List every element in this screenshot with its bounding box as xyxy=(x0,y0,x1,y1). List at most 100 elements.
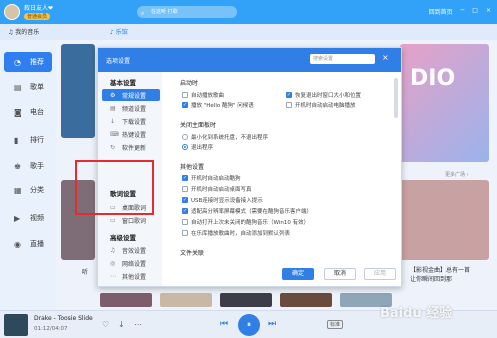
keyboard-icon: ⌨ xyxy=(110,130,119,138)
radio-button-selected xyxy=(182,144,188,150)
dialog-title: 选项设置 xyxy=(106,58,131,65)
tab-my-music-label: 我的音乐 xyxy=(15,29,40,36)
sidebar-item-label: 电台 xyxy=(30,108,44,116)
nav-item-other[interactable]: ⋯ 其他设置 xyxy=(102,270,160,282)
update-icon: ↻ xyxy=(110,143,116,151)
checkbox-add-default-list[interactable]: 在乐库播放歌曲时，自动添加到默认列表 xyxy=(182,229,290,237)
radio-exit-program[interactable]: 退出程序 xyxy=(182,143,213,151)
option-label: 自动打开上次未关闭的酷狗音乐（Win10 有效） xyxy=(191,220,310,226)
gear-icon: ⚙ xyxy=(110,91,116,99)
tab-my-music[interactable]: ♫ 我的音乐 xyxy=(8,27,39,36)
song-title[interactable]: Drake - Toosie Slide xyxy=(34,315,93,322)
nav-item-network[interactable]: ◎ 网络设置 xyxy=(102,257,160,269)
thumbnail[interactable] xyxy=(220,293,272,307)
tab-music-hall[interactable]: ♪ 乐馆 xyxy=(110,27,128,36)
nav-item-label: 软件更新 xyxy=(122,144,147,152)
home-link[interactable]: 回到首页 xyxy=(429,7,453,16)
avatar[interactable] xyxy=(4,4,20,20)
close-icon[interactable]: × xyxy=(486,7,491,16)
sidebar-item-label: 直播 xyxy=(30,240,44,248)
checkbox-hello-greeting[interactable]: ✓ 播放 "Hello 酷狗" 问候语 xyxy=(182,101,254,109)
checkbox-desktop-photo[interactable]: 开机时自动启动桌面写真 xyxy=(182,185,252,193)
username[interactable]: 叙日友人❤ xyxy=(24,3,53,12)
cancel-button[interactable]: 取消 xyxy=(324,268,356,280)
window-controls: 回到首页 ─ □ × xyxy=(429,7,491,16)
ok-button[interactable]: 确定 xyxy=(282,268,314,280)
option-label: 在乐库播放歌曲时，自动添加到默认列表 xyxy=(191,231,291,237)
option-label: 开机时自动启动电脑播放 xyxy=(295,103,356,109)
banner-right[interactable]: DIO xyxy=(400,44,489,162)
playlist-icon: ▤ xyxy=(14,82,22,92)
option-label: USB连接时显示设备接入提示 xyxy=(191,198,263,204)
sidebar-item-radio[interactable]: ◙ 电台 xyxy=(0,102,56,122)
sidebar-item-recommend[interactable]: ◔ 推荐 xyxy=(4,52,52,72)
sound-icon: ♫ xyxy=(110,246,116,254)
search-input[interactable]: ⌕ 在这听 打歌 xyxy=(137,6,237,18)
next-icon[interactable]: ⏭ xyxy=(268,319,276,329)
heart-icon[interactable]: ♡ xyxy=(102,320,109,329)
radio-minimize-tray[interactable]: 最小化到系统托盘，不退出程序 xyxy=(182,133,268,141)
pause-button[interactable]: ⏸ xyxy=(238,314,260,336)
banner-text: DIO xyxy=(410,66,456,91)
section-title-file: 文件关联 xyxy=(180,250,205,257)
window-lyrics-icon: ▭ xyxy=(110,216,116,224)
more-link[interactable]: 更多广场 › xyxy=(445,171,469,178)
checkbox-checked: ✓ xyxy=(182,175,188,181)
nav-item-channel[interactable]: ▤ 频道设置 xyxy=(102,102,160,114)
singer-icon: ♚ xyxy=(14,161,22,171)
close-icon[interactable]: × xyxy=(382,53,389,62)
album-cover[interactable] xyxy=(4,314,28,336)
thumbnail[interactable] xyxy=(160,293,212,307)
minimize-icon[interactable]: ─ xyxy=(461,7,465,16)
settings-content: 启动时 自动播放歌曲 ✓ 恢复退出时窗口大小和位置 ✓ 播放 "Hello 酷狗" … xyxy=(172,72,397,257)
checkbox-boot-play[interactable]: 开机时自动启动电脑播放 xyxy=(286,101,356,109)
nav-item-download[interactable]: ↓ 下载设置 xyxy=(102,115,160,127)
sidebar-item-live[interactable]: ◉ 直播 xyxy=(0,234,56,254)
playlist-caption-left[interactable]: 听 xyxy=(82,267,88,276)
charts-icon: ▮ xyxy=(14,135,19,145)
option-label: 播放 "Hello 酷狗" 问候语 xyxy=(191,103,254,109)
nav-item-window-lyrics[interactable]: ▭ 窗口歌词 xyxy=(102,214,160,226)
option-label: 最小化到系统托盘，不退出程序 xyxy=(191,135,269,141)
checkbox-usb-prompt[interactable]: ✓ USB连接时显示设备接入提示 xyxy=(182,196,263,204)
checkbox-auto-start[interactable]: ✓ 开机时自动启动酷狗 xyxy=(182,174,241,182)
apply-button[interactable]: 应用 xyxy=(364,268,396,280)
section-title-other: 其他设置 xyxy=(180,164,205,171)
scrollbar[interactable] xyxy=(394,78,398,118)
sidebar-item-label: 分类 xyxy=(30,186,44,194)
banner-left[interactable] xyxy=(61,44,95,138)
more-icon[interactable]: ⋯ xyxy=(134,320,142,329)
sidebar-item-label: 推荐 xyxy=(30,58,44,66)
playlist-caption-right-2[interactable]: 让你瞬间回到那 xyxy=(410,274,452,283)
sidebar-item-video[interactable]: ▶ 视频 xyxy=(0,208,56,228)
vip-badge[interactable]: 普通会员 xyxy=(24,13,51,20)
maximize-icon[interactable]: □ xyxy=(472,7,478,16)
nav-item-label: 下载设置 xyxy=(122,118,147,126)
download-icon[interactable]: ↓ xyxy=(118,320,125,329)
quality-badge[interactable]: 标准 xyxy=(327,320,344,329)
checkbox xyxy=(182,186,188,192)
settings-search-input[interactable]: 搜索设置 xyxy=(310,54,375,64)
nav-item-label: 热键设置 xyxy=(122,131,147,139)
sidebar-item-singers[interactable]: ♚ 歌手 xyxy=(0,156,56,176)
nav-item-general[interactable]: ⚙ 常规设置 xyxy=(102,89,160,101)
checkbox-high-dpi[interactable]: ✓ 适配高分辨率屏幕模式（需要在酷狗音乐客户端） xyxy=(182,207,312,215)
nav-item-update[interactable]: ↻ 软件更新 xyxy=(102,141,160,153)
sidebar-item-playlist[interactable]: ▤ 歌单 xyxy=(0,77,56,97)
nav-item-sound[interactable]: ♫ 音效设置 xyxy=(102,244,160,256)
checkbox-autoplay[interactable]: 自动播放歌曲 xyxy=(182,91,224,99)
option-label: 开机时自动启动酷狗 xyxy=(191,176,241,182)
recommend-icon: ◔ xyxy=(14,57,21,67)
sidebar-item-charts[interactable]: ▮ 排行 xyxy=(0,130,56,150)
playlist-caption-right[interactable]: 【影视金曲】总有一首 xyxy=(410,265,470,274)
checkbox-restore-window[interactable]: ✓ 恢复退出时窗口大小和位置 xyxy=(286,91,361,99)
thumbnail[interactable] xyxy=(280,293,332,307)
sidebar-item-category[interactable]: ▦ 分类 xyxy=(0,180,56,200)
previous-icon[interactable]: ⏮ xyxy=(220,319,228,329)
nav-group-basic: 基本设置 xyxy=(110,79,136,87)
playlist-card-right[interactable] xyxy=(400,180,489,260)
nav-item-hotkey[interactable]: ⌨ 热键设置 xyxy=(102,128,160,140)
option-label: 恢复退出时窗口大小和位置 xyxy=(295,93,362,99)
checkbox-reopen-last[interactable]: 自动打开上次未关闭的酷狗音乐（Win10 有效） xyxy=(182,218,309,226)
thumbnail[interactable] xyxy=(100,293,152,307)
